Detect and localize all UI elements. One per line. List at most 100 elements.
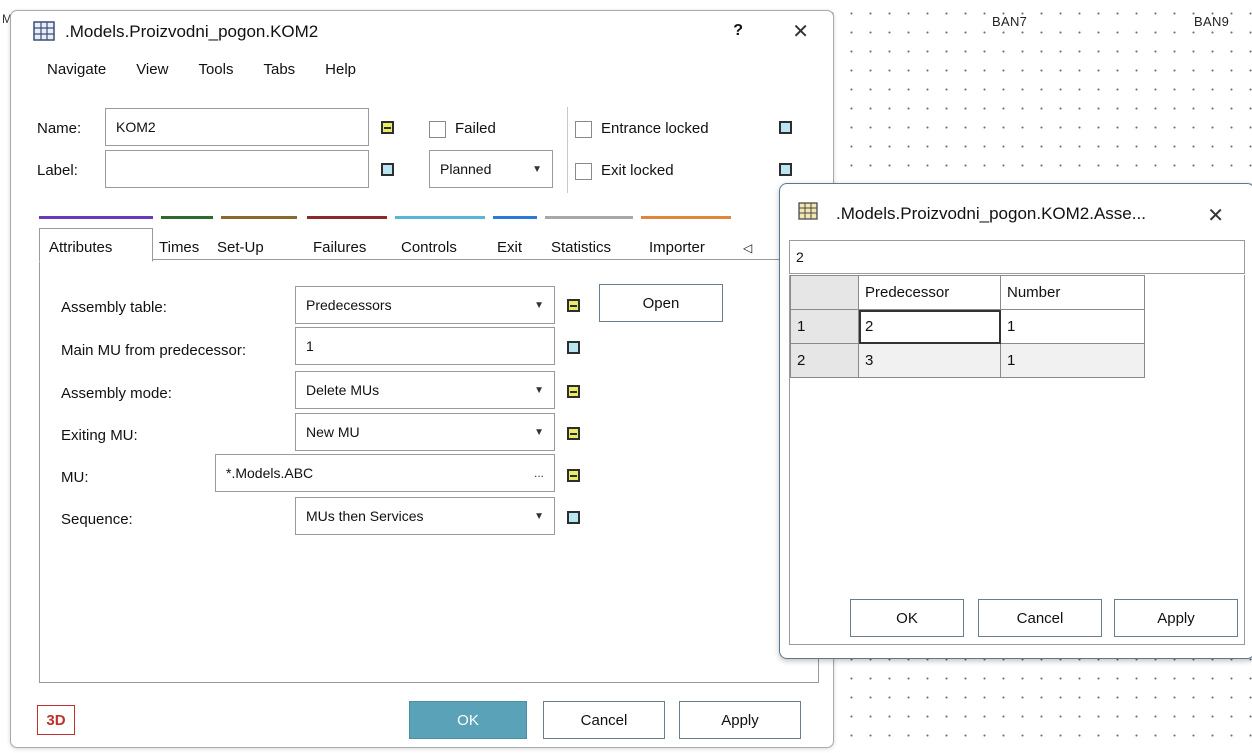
cancel-button[interactable]: Cancel: [543, 701, 665, 739]
table-row: 2 3 1: [790, 343, 1145, 378]
tab-color-bar: [307, 216, 387, 219]
canvas-label-ban7: BAN7: [992, 14, 1028, 29]
table-row: 1 2 1: [790, 309, 1145, 344]
tab-failures[interactable]: Failures: [313, 239, 366, 256]
exit-locked-checkbox[interactable]: [575, 163, 592, 180]
name-label: Name:: [37, 120, 82, 137]
menu-tools[interactable]: Tools: [198, 61, 233, 78]
mu-path-field[interactable]: *.Models.ABC ...: [215, 454, 555, 492]
apply-button[interactable]: Apply: [1114, 599, 1238, 637]
entrance-locked-label: Entrance locked: [601, 120, 709, 137]
row-header[interactable]: 2: [790, 343, 859, 378]
tab-statistics[interactable]: Statistics: [551, 239, 611, 256]
divider: [567, 107, 568, 193]
column-header[interactable]: Number: [1000, 275, 1145, 310]
tab-color-bar: [395, 216, 485, 219]
tab-color-bar: [493, 216, 537, 219]
chevron-down-icon: ▼: [534, 426, 544, 438]
assembly-table-dialog: .Models.Proizvodni_pogon.KOM2.Asse... ✕ …: [779, 183, 1252, 659]
table-cell[interactable]: 1: [1000, 343, 1145, 378]
ok-button[interactable]: OK: [409, 701, 527, 739]
assembly-mode-select[interactable]: Delete MUs ▼: [295, 371, 555, 409]
tab-color-bar: [161, 216, 213, 219]
row-header[interactable]: 1: [790, 309, 859, 344]
tab-importer[interactable]: Importer: [649, 239, 705, 256]
table-area: Predecessor Number 1 2 1 2 3 1 OK Cancel…: [789, 275, 1245, 645]
tab-times[interactable]: Times: [159, 239, 199, 256]
exit-locked-label: Exit locked: [601, 162, 674, 179]
attribute-icon[interactable]: [779, 121, 792, 134]
3d-view-icon[interactable]: 3D: [37, 705, 75, 735]
attribute-icon[interactable]: [779, 163, 792, 176]
chevron-down-icon: ▼: [534, 384, 544, 396]
table-cell[interactable]: 2: [858, 309, 1001, 344]
exiting-mu-select[interactable]: New MU ▼: [295, 413, 555, 451]
title-bar[interactable]: .Models.Proizvodni_pogon.KOM2 ? ✕: [11, 11, 833, 53]
inherited-icon[interactable]: [567, 427, 580, 440]
main-mu-field[interactable]: 1: [295, 327, 555, 365]
tab-attributes[interactable]: Attributes: [49, 239, 112, 256]
assembly-mode-value: Delete MUs: [306, 382, 380, 398]
inherited-icon[interactable]: [567, 299, 580, 312]
close-button[interactable]: ✕: [792, 19, 809, 44]
close-button[interactable]: ✕: [1207, 203, 1224, 228]
tab-color-bar: [641, 216, 731, 219]
tab-scroll-left-icon[interactable]: ◁: [743, 241, 752, 255]
failed-label: Failed: [455, 120, 496, 137]
browse-button[interactable]: ...: [534, 466, 544, 480]
attribute-icon[interactable]: [567, 511, 580, 524]
assembly-mode-label: Assembly mode:: [61, 385, 172, 402]
ok-button[interactable]: OK: [850, 599, 964, 637]
help-button[interactable]: ?: [733, 22, 743, 40]
menu-navigate[interactable]: Navigate: [47, 61, 106, 78]
exiting-mu-value: New MU: [306, 424, 360, 440]
attribute-icon[interactable]: [381, 163, 394, 176]
label-field[interactable]: [105, 150, 369, 188]
inherited-icon[interactable]: [567, 385, 580, 398]
column-header[interactable]: Predecessor: [858, 275, 1001, 310]
assembly-table-select[interactable]: Predecessors ▼: [295, 286, 555, 324]
menu-tabs[interactable]: Tabs: [263, 61, 295, 78]
tab-set-up[interactable]: Set-Up: [217, 239, 264, 256]
main-mu-label: Main MU from predecessor:: [61, 342, 247, 359]
assembly-table-label: Assembly table:: [61, 299, 167, 316]
cell-editor-field[interactable]: 2: [789, 240, 1245, 274]
sequence-value: MUs then Services: [306, 508, 424, 524]
tab-color-bar: [39, 216, 153, 219]
table-corner[interactable]: [790, 275, 859, 310]
chevron-down-icon: ▼: [534, 510, 544, 522]
inherited-icon[interactable]: [567, 469, 580, 482]
predecessor-table: Predecessor Number 1 2 1 2 3 1: [790, 275, 1145, 378]
tab-controls[interactable]: Controls: [401, 239, 457, 256]
object-dialog: .Models.Proizvodni_pogon.KOM2 ? ✕ Naviga…: [10, 10, 834, 748]
inherited-icon[interactable]: [381, 121, 394, 134]
menu-view[interactable]: View: [136, 61, 168, 78]
dialog-title: .Models.Proizvodni_pogon.KOM2: [65, 22, 319, 41]
cancel-button[interactable]: Cancel: [978, 599, 1102, 637]
dialog-title: .Models.Proizvodni_pogon.KOM2.Asse...: [836, 204, 1146, 223]
table-cell[interactable]: 3: [858, 343, 1001, 378]
planned-select[interactable]: Planned ▼: [429, 150, 553, 188]
menu-help[interactable]: Help: [325, 61, 356, 78]
tab-color-bar: [221, 216, 297, 219]
table-cell[interactable]: 1: [1000, 309, 1145, 344]
mu-path-value: *.Models.ABC: [226, 465, 314, 481]
attribute-icon[interactable]: [567, 341, 580, 354]
menu-bar: Navigate View Tools Tabs Help: [47, 61, 386, 78]
chevron-down-icon: ▼: [534, 299, 544, 311]
label-label: Label:: [37, 162, 78, 179]
entrance-locked-checkbox[interactable]: [575, 121, 592, 138]
apply-button[interactable]: Apply: [679, 701, 801, 739]
chevron-down-icon: ▼: [532, 163, 542, 175]
open-button[interactable]: Open: [599, 284, 723, 322]
table-icon: [798, 202, 818, 220]
name-field[interactable]: KOM2: [105, 108, 369, 146]
assembly-table-value: Predecessors: [306, 297, 392, 313]
canvas-label-ban9: BAN9: [1194, 14, 1230, 29]
sequence-select[interactable]: MUs then Services ▼: [295, 497, 555, 535]
tab-color-bar: [545, 216, 633, 219]
failed-checkbox[interactable]: [429, 121, 446, 138]
sequence-label: Sequence:: [61, 511, 133, 528]
exiting-mu-label: Exiting MU:: [61, 427, 138, 444]
tab-exit[interactable]: Exit: [497, 239, 522, 256]
